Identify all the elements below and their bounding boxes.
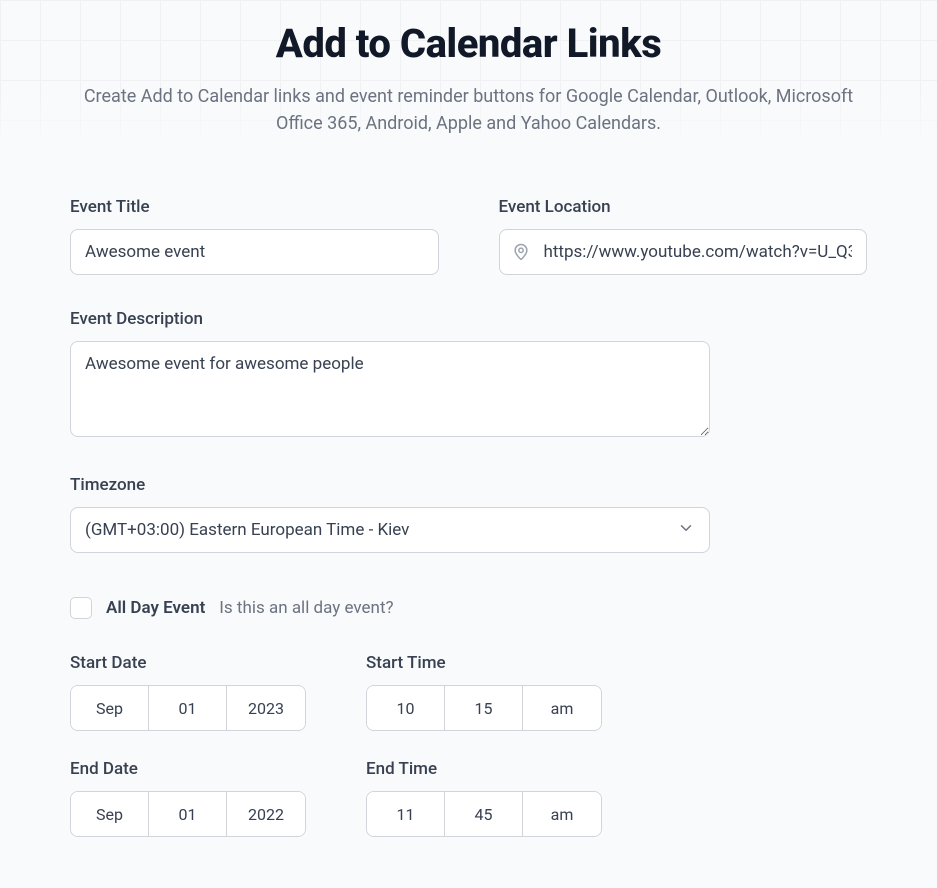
segmented-start-date: Sep 01 2023 bbox=[70, 685, 306, 731]
field-event-title: Event Title bbox=[70, 197, 439, 275]
select-timezone-wrap: (GMT+03:00) Eastern European Time - Kiev bbox=[70, 507, 710, 553]
label-start-time: Start Time bbox=[366, 653, 602, 673]
input-event-title[interactable] bbox=[70, 229, 439, 275]
form-container: Add to Calendar Links Create Add to Cale… bbox=[0, 0, 937, 837]
end-time-ampm[interactable]: am bbox=[523, 792, 601, 836]
checkbox-all-day-event[interactable] bbox=[70, 597, 92, 619]
label-timezone: Timezone bbox=[70, 475, 867, 495]
row-title-location: Event Title Event Location bbox=[70, 197, 867, 275]
field-timezone: Timezone (GMT+03:00) Eastern European Ti… bbox=[70, 475, 867, 553]
label-start-date: Start Date bbox=[70, 653, 306, 673]
label-event-location: Event Location bbox=[499, 197, 868, 217]
input-event-description[interactable] bbox=[70, 341, 710, 437]
end-time-hour[interactable]: 11 bbox=[367, 792, 445, 836]
field-event-location: Event Location bbox=[499, 197, 868, 275]
end-date-day[interactable]: 01 bbox=[149, 792, 227, 836]
start-time-hour[interactable]: 10 bbox=[367, 686, 445, 730]
label-event-description: Event Description bbox=[70, 309, 710, 329]
label-all-day-event: All Day Event bbox=[106, 598, 205, 618]
hint-all-day-event: Is this an all day event? bbox=[219, 598, 393, 618]
segmented-end-date: Sep 01 2022 bbox=[70, 791, 306, 837]
input-wrap-event-location bbox=[499, 229, 868, 275]
group-start-time: Start Time 10 15 am bbox=[366, 653, 602, 731]
end-date-month[interactable]: Sep bbox=[71, 792, 149, 836]
start-date-month[interactable]: Sep bbox=[71, 686, 149, 730]
row-all-day-event: All Day Event Is this an all day event? bbox=[70, 597, 867, 619]
end-date-year[interactable]: 2022 bbox=[227, 792, 305, 836]
group-start-date: Start Date Sep 01 2023 bbox=[70, 653, 306, 731]
page-title: Add to Calendar Links bbox=[70, 20, 867, 67]
end-time-minute[interactable]: 45 bbox=[445, 792, 523, 836]
start-time-ampm[interactable]: am bbox=[523, 686, 601, 730]
row-end-datetime: End Date Sep 01 2022 End Time 11 45 am bbox=[70, 759, 867, 837]
segmented-end-time: 11 45 am bbox=[366, 791, 602, 837]
segmented-start-time: 10 15 am bbox=[366, 685, 602, 731]
input-event-location[interactable] bbox=[499, 229, 868, 275]
start-date-day[interactable]: 01 bbox=[149, 686, 227, 730]
group-end-time: End Time 11 45 am bbox=[366, 759, 602, 837]
start-time-minute[interactable]: 15 bbox=[445, 686, 523, 730]
label-event-title: Event Title bbox=[70, 197, 439, 217]
group-end-date: End Date Sep 01 2022 bbox=[70, 759, 306, 837]
row-start-datetime: Start Date Sep 01 2023 Start Time 10 15 … bbox=[70, 653, 867, 731]
chevron-down-icon bbox=[677, 519, 695, 542]
page-subtitle: Create Add to Calendar links and event r… bbox=[70, 83, 867, 137]
label-end-date: End Date bbox=[70, 759, 306, 779]
select-timezone-value: (GMT+03:00) Eastern European Time - Kiev bbox=[85, 520, 409, 540]
field-event-description: Event Description bbox=[70, 309, 710, 441]
start-date-year[interactable]: 2023 bbox=[227, 686, 305, 730]
location-pin-icon bbox=[511, 242, 531, 262]
label-end-time: End Time bbox=[366, 759, 602, 779]
select-timezone[interactable]: (GMT+03:00) Eastern European Time - Kiev bbox=[70, 507, 710, 553]
